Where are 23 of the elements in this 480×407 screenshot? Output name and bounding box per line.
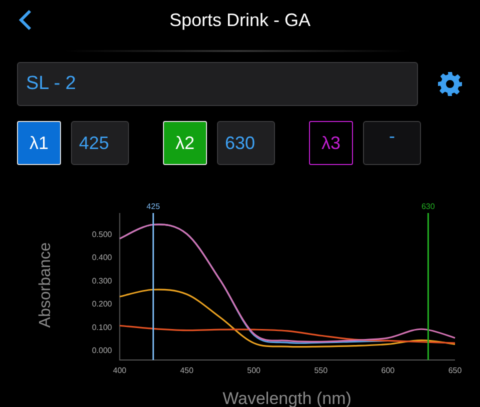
marker-label: 425	[146, 202, 160, 211]
x-tick-label: 600	[381, 366, 395, 375]
wavelength-field[interactable]: 425	[71, 121, 129, 165]
x-tick-label: 550	[314, 366, 328, 375]
y-tick-label: 0.100	[92, 322, 112, 332]
wavelength-toggle[interactable]: λ3	[309, 121, 353, 165]
x-tick-label: 650	[448, 366, 462, 375]
x-tick-label: 400	[113, 366, 126, 375]
x-tick-label: 500	[247, 366, 260, 375]
y-tick-label: 0.200	[92, 300, 112, 309]
y-tick-label: 0.300	[92, 276, 112, 286]
wavelength-field[interactable]: 630	[217, 121, 275, 165]
marker-label: 630	[422, 202, 435, 211]
wavelength-field[interactable]: -	[363, 121, 421, 165]
sample-name-field[interactable]: SL - 2	[17, 62, 418, 106]
y-tick-label: 0.400	[92, 253, 112, 262]
y-tick-label: 0.500	[92, 230, 112, 239]
wavelength-toggle[interactable]: λ2	[163, 121, 207, 165]
screen-title: Sports Drink - GA	[169, 10, 311, 30]
wavelength-toggle[interactable]: λ1	[17, 121, 61, 165]
y-tick-label: 0.000	[92, 346, 112, 356]
y-axis-label: Absorbance	[37, 242, 54, 328]
x-tick-label: 450	[180, 366, 194, 375]
